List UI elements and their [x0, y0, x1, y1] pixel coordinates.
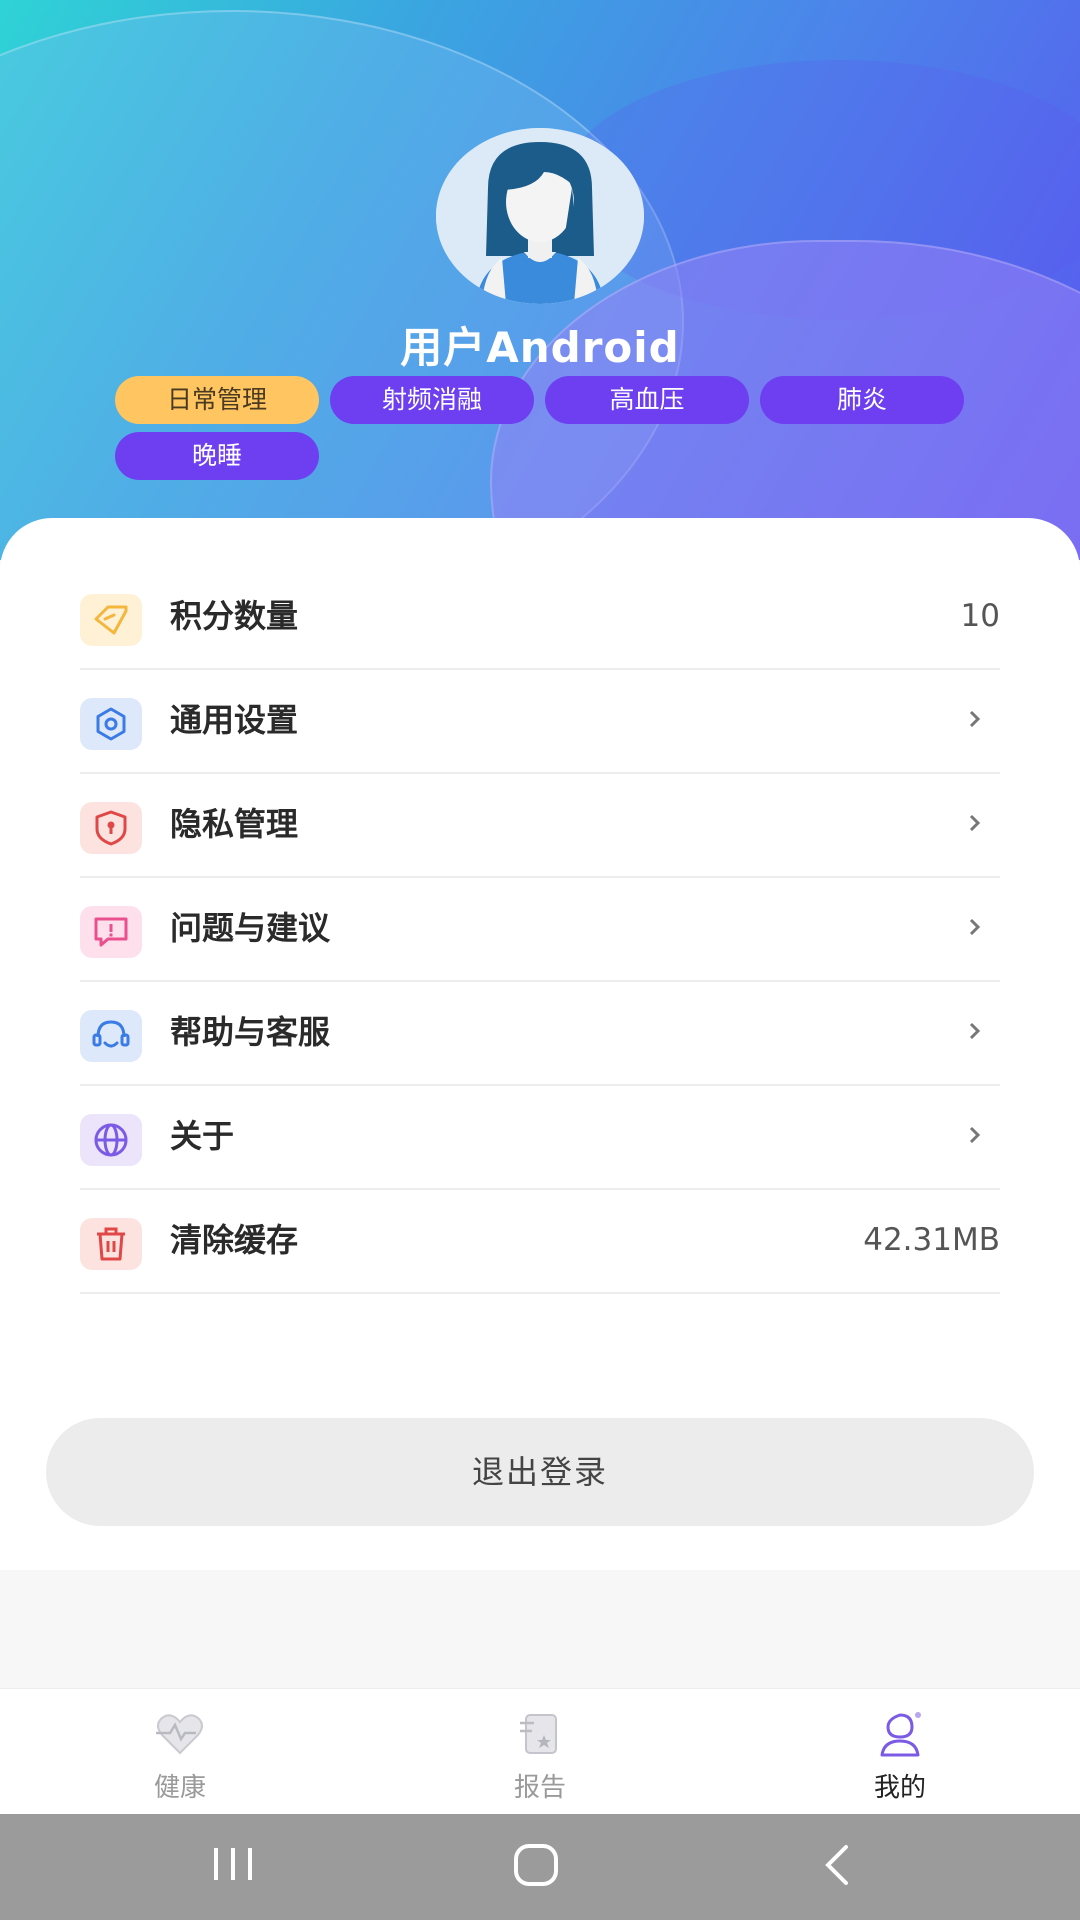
heart-icon [156, 1714, 203, 1755]
report-icon [520, 1714, 557, 1754]
menu-item-label: 关于 [170, 1117, 235, 1155]
menu-item-label: 清除缓存 [170, 1221, 299, 1259]
chevron-right-icon [969, 1126, 981, 1144]
menu-item-label: 通用设置 [170, 701, 299, 739]
menu-item-about[interactable]: 关于 [80, 1084, 1000, 1190]
menu-item-general-settings[interactable]: 通用设置 [80, 668, 1000, 774]
chevron-right-icon [969, 710, 981, 728]
tab-label: 我的 [873, 1773, 926, 1803]
logout-button[interactable]: 退出登录 [46, 1418, 1034, 1526]
settings-icon [80, 698, 142, 750]
headset-icon [80, 1010, 142, 1062]
tab-mine[interactable]: 我的 [810, 1689, 990, 1815]
tag-chip[interactable]: 日常管理 [115, 376, 319, 424]
tab-label: 健康 [153, 1773, 206, 1803]
tag-chip[interactable]: 射频消融 [330, 376, 534, 424]
back-icon[interactable] [820, 1842, 854, 1888]
recent-apps-icon[interactable] [210, 1842, 256, 1886]
menu-item-points[interactable]: 积分数量 10 [80, 564, 1000, 670]
menu-item-feedback[interactable]: 问题与建议 [80, 876, 1000, 982]
menu-item-clear-cache[interactable]: 清除缓存 42.31MB [80, 1188, 1000, 1294]
chevron-right-icon [969, 814, 981, 832]
menu-item-label: 帮助与客服 [170, 1013, 331, 1051]
menu-item-help[interactable]: 帮助与客服 [80, 980, 1000, 1086]
feedback-icon [80, 906, 142, 958]
chevron-right-icon [969, 1022, 981, 1040]
tab-health[interactable]: 健康 [90, 1689, 270, 1815]
menu-item-privacy[interactable]: 隐私管理 [80, 772, 1000, 878]
tab-report[interactable]: 报告 [450, 1689, 630, 1815]
globe-icon [80, 1114, 142, 1166]
system-nav-bar [0, 1814, 1080, 1920]
tag-chip[interactable]: 肺炎 [760, 376, 964, 424]
home-icon[interactable] [512, 1842, 560, 1888]
menu-item-label: 问题与建议 [170, 909, 331, 947]
diamond-icon [80, 594, 142, 646]
menu-item-label: 隐私管理 [170, 805, 299, 843]
tag-chip[interactable]: 高血压 [545, 376, 749, 424]
profile-header: 用户Android 日常管理 射频消融 高血压 肺炎 晚睡 [0, 0, 1080, 560]
points-value: 10 [960, 598, 1000, 634]
bottom-tab-bar: 健康 报告 我的 [0, 1688, 1080, 1815]
tag-chip[interactable]: 晚睡 [115, 432, 319, 480]
chevron-right-icon [969, 918, 981, 936]
cache-size-value: 42.31MB [863, 1222, 1000, 1258]
avatar-illustration [436, 128, 644, 304]
menu-item-label: 积分数量 [170, 597, 299, 635]
trash-icon [80, 1218, 142, 1270]
shield-icon [80, 802, 142, 854]
tab-label: 报告 [513, 1773, 566, 1803]
profile-icon [880, 1712, 921, 1757]
username: 用户Android [400, 323, 680, 372]
avatar[interactable] [436, 128, 644, 304]
